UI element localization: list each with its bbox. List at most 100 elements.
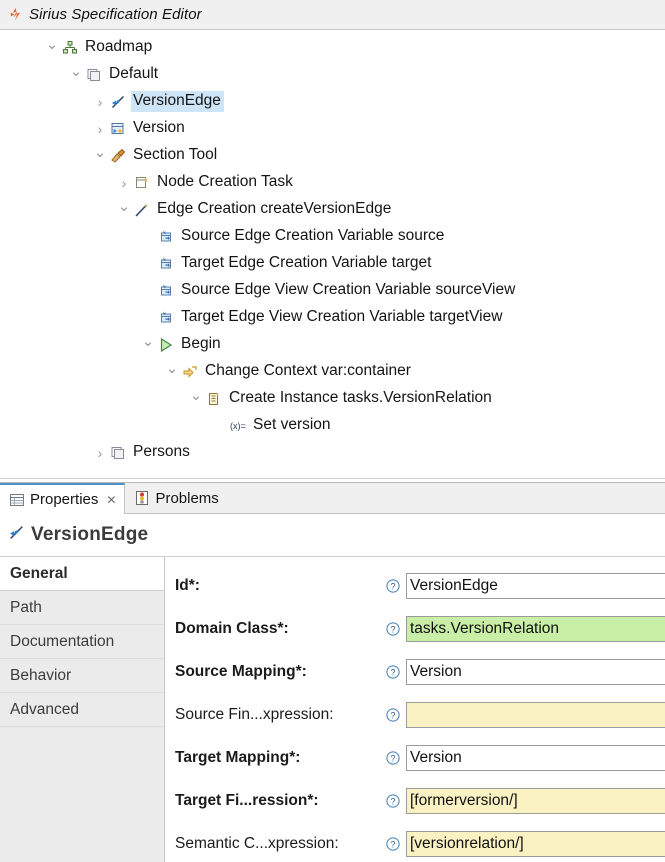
tree-row[interactable]: ⌄ Begin [0, 331, 665, 358]
chevron-down-icon[interactable]: ⌄ [140, 334, 156, 349]
help-icon[interactable]: ? [380, 621, 406, 637]
tree-row[interactable]: › Persons [0, 439, 665, 466]
chevron-right-icon[interactable]: › [116, 176, 132, 190]
tree-row[interactable]: Source Edge Creation Variable source [0, 223, 665, 250]
tree-row-label: Node Creation Task [157, 173, 293, 191]
chevron-right-icon[interactable]: › [92, 446, 108, 460]
begin-icon [156, 337, 176, 353]
properties-header: VersionEdge [0, 514, 665, 556]
node-mapping-icon [108, 121, 128, 137]
property-label: Source Fin...xpression: [175, 705, 334, 723]
properties-tab-advanced[interactable]: Advanced [0, 693, 164, 727]
variable-icon [156, 283, 176, 299]
tree-row[interactable]: (x)= Set version [0, 412, 665, 439]
properties-tab-behavior[interactable]: Behavior [0, 659, 164, 693]
help-icon[interactable]: ? [380, 578, 406, 594]
variable-icon [156, 229, 176, 245]
property-input[interactable]: [versionrelation/] [406, 830, 665, 857]
properties-tab-label: General [10, 564, 68, 582]
svg-text:?: ? [390, 667, 395, 677]
svg-text:?: ? [390, 839, 395, 849]
tree-row-label: Source Edge Creation Variable source [181, 227, 445, 245]
property-input[interactable]: [formerversion/] [406, 787, 665, 814]
tree-row[interactable]: › Node Creation Task [0, 169, 665, 196]
property-row: Source Fin...xpression:? [165, 693, 665, 736]
tree-row[interactable]: › VersionEdge [0, 88, 665, 115]
tree-row[interactable]: › Version [0, 115, 665, 142]
property-label: Id*: [175, 576, 200, 594]
close-icon[interactable]: ✕ [106, 493, 116, 507]
edge-mapping-icon [108, 94, 128, 110]
edge-creation-icon [132, 202, 152, 218]
tree-row-label: Set version [253, 416, 331, 434]
page-title: VersionEdge [31, 524, 149, 545]
editor-tab-label[interactable]: Sirius Specification Editor [29, 6, 202, 23]
tree-row-label: Edge Creation createVersionEdge [157, 200, 392, 218]
chevron-down-icon[interactable]: ⌄ [164, 361, 180, 376]
variable-icon [156, 310, 176, 326]
properties-tab-documentation[interactable]: Documentation [0, 625, 164, 659]
property-label: Target Mapping*: [175, 748, 301, 766]
property-label: Source Mapping*: [175, 662, 307, 680]
help-icon[interactable]: ? [380, 707, 406, 723]
variable-icon [156, 256, 176, 272]
tree-row[interactable]: ⌄ Roadmap [0, 34, 665, 61]
property-label: Target Fi...ression*: [175, 791, 319, 809]
svg-text:(x)=: (x)= [230, 421, 246, 431]
chevron-down-icon[interactable]: ⌄ [92, 145, 108, 160]
view-tab-label: Problems [155, 489, 219, 507]
property-input[interactable]: Version [406, 744, 665, 771]
tree-row[interactable]: ⌄ Section Tool [0, 142, 665, 169]
svg-text:?: ? [390, 624, 395, 634]
view-tab-label: Properties [30, 491, 99, 508]
chevron-right-icon[interactable]: › [92, 122, 108, 136]
tool-section-icon [108, 148, 128, 164]
view-tab-bar: Properties ✕ Problems [0, 483, 665, 514]
properties-tab-list[interactable]: General Path Documentation Behavior Advanced [0, 557, 165, 862]
tree-row[interactable]: ⌄ Change Context var:container [0, 358, 665, 385]
view-tab-problems[interactable]: Problems [125, 483, 226, 513]
tree-row[interactable]: Target Edge Creation Variable target [0, 250, 665, 277]
property-input[interactable]: tasks.VersionRelation [406, 615, 665, 642]
chevron-down-icon[interactable]: ⌄ [68, 64, 84, 79]
tree-row-label: Create Instance tasks.VersionRelation [229, 389, 492, 407]
properties-tab-general[interactable]: General [0, 557, 164, 591]
chevron-down-icon[interactable]: ⌄ [116, 199, 132, 214]
tree-row-label: Change Context var:container [205, 362, 411, 380]
svg-text:?: ? [390, 710, 395, 720]
help-icon[interactable]: ? [380, 793, 406, 809]
properties-tab-label: Path [10, 598, 42, 616]
diagram-icon [84, 67, 104, 83]
tree-row-label: Begin [181, 335, 221, 353]
help-icon[interactable]: ? [380, 664, 406, 680]
viewpoint-icon [60, 40, 80, 56]
tree-row[interactable]: ⌄ Create Instance tasks.VersionRelation [0, 385, 665, 412]
model-tree[interactable]: ⌄ Roadmap ⌄ Default › VersionEdge › Version ⌄ Sec… [0, 30, 665, 478]
tree-row[interactable]: Target Edge View Creation Variable targe… [0, 304, 665, 331]
tree-row[interactable]: Source Edge View Creation Variable sourc… [0, 277, 665, 304]
tree-row[interactable]: ⌄ Default [0, 61, 665, 88]
properties-tab-path[interactable]: Path [0, 591, 164, 625]
tree-row[interactable]: ⌄ Edge Creation createVersionEdge [0, 196, 665, 223]
property-input[interactable]: Version [406, 658, 665, 685]
edge-mapping-icon [8, 524, 25, 546]
chevron-down-icon[interactable]: ⌄ [188, 388, 204, 403]
change-context-icon [180, 364, 200, 380]
node-creation-icon [132, 175, 152, 191]
view-tab-properties[interactable]: Properties ✕ [0, 483, 126, 514]
property-input[interactable]: VersionEdge [406, 572, 665, 599]
help-icon[interactable]: ? [380, 836, 406, 852]
properties-icon [9, 492, 25, 508]
tree-row-label: Version [133, 119, 185, 137]
help-icon[interactable]: ? [380, 750, 406, 766]
chevron-down-icon[interactable]: ⌄ [44, 37, 60, 52]
svg-text:?: ? [390, 753, 395, 763]
tree-row-label: Persons [133, 443, 190, 461]
svg-text:?: ? [390, 796, 395, 806]
set-value-icon: (x)= [228, 418, 248, 434]
property-row: Domain Class*:? tasks.VersionRelation [165, 607, 665, 650]
property-label: Semantic C...xpression: [175, 834, 339, 852]
property-input[interactable] [406, 701, 665, 728]
chevron-right-icon[interactable]: › [92, 95, 108, 109]
property-row: Source Mapping*:? Version [165, 650, 665, 693]
